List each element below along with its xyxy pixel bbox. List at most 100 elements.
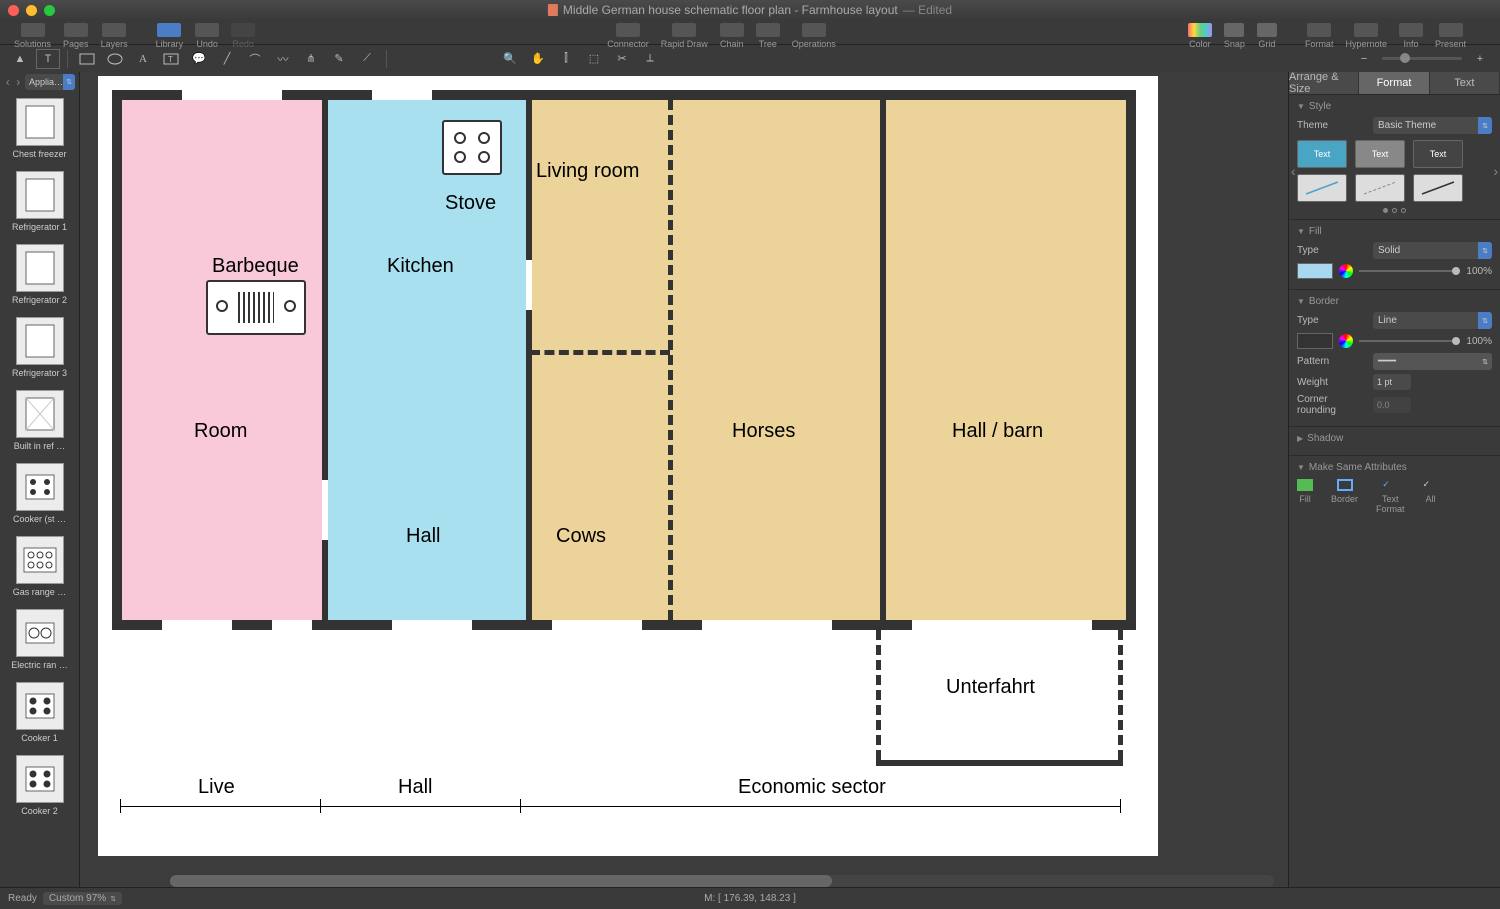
tab-text[interactable]: Text bbox=[1430, 72, 1500, 94]
weight-input[interactable]: 1 pt bbox=[1373, 374, 1411, 390]
tree-button[interactable]: Tree bbox=[752, 23, 784, 49]
library-item[interactable]: Electric ran … bbox=[0, 603, 79, 676]
theme-card-3[interactable]: Text bbox=[1413, 140, 1463, 168]
pan-tool[interactable]: ✋ bbox=[526, 49, 550, 69]
border-color-wheel-icon[interactable] bbox=[1339, 334, 1353, 348]
line-tool[interactable]: ╱ bbox=[215, 49, 239, 69]
library-item[interactable]: Refrigerator 2 bbox=[0, 238, 79, 311]
canvas[interactable]: Barbeque Room Kitchen Stove Hall Living … bbox=[80, 72, 1288, 887]
fill-color-swatch[interactable] bbox=[1297, 263, 1333, 279]
make-same-header: Make Same Attributes bbox=[1309, 462, 1407, 473]
border-opacity-slider[interactable] bbox=[1359, 340, 1460, 342]
zoom-tool[interactable]: 🔍 bbox=[498, 49, 522, 69]
library-item[interactable]: Cooker 1 bbox=[0, 676, 79, 749]
polyline-tool[interactable]: ⋔ bbox=[299, 49, 323, 69]
hallbarn-label: Hall / barn bbox=[952, 420, 1043, 443]
theme-card-2[interactable]: Text bbox=[1355, 140, 1405, 168]
make-same-text[interactable]: ✓Text Format bbox=[1376, 479, 1405, 514]
library-selector[interactable]: Applia…⇅ bbox=[25, 74, 75, 90]
arc-tool[interactable]: ⌒ bbox=[243, 49, 267, 69]
theme-prev-button[interactable]: ‹ bbox=[1291, 163, 1296, 179]
library-button[interactable]: Library bbox=[152, 23, 188, 49]
make-same-all[interactable]: ✓All bbox=[1423, 479, 1439, 514]
fill-type-select[interactable]: Solid⇅ bbox=[1373, 242, 1492, 259]
library-forward-button[interactable]: › bbox=[14, 75, 21, 89]
undo-button[interactable]: Undo bbox=[191, 23, 223, 49]
color-button[interactable]: Color bbox=[1184, 23, 1216, 49]
ellipse-tool[interactable] bbox=[103, 49, 127, 69]
snap-button[interactable]: Snap bbox=[1220, 23, 1249, 49]
library-item[interactable]: Refrigerator 1 bbox=[0, 165, 79, 238]
pages-button[interactable]: Pages bbox=[59, 23, 93, 49]
window-title: Middle German house schematic floor plan… bbox=[548, 3, 952, 17]
main-toolbar: Solutions Pages Layers Library Undo Redo… bbox=[0, 20, 1500, 44]
make-same-border[interactable]: Border bbox=[1331, 479, 1358, 514]
border-type-select[interactable]: Line⇅ bbox=[1373, 312, 1492, 329]
library-item[interactable]: Gas range … bbox=[0, 530, 79, 603]
textbox-tool[interactable]: T bbox=[159, 49, 183, 69]
library-item[interactable]: Refrigerator 3 bbox=[0, 311, 79, 384]
theme-card-6[interactable] bbox=[1413, 174, 1463, 202]
format-button[interactable]: Format bbox=[1301, 23, 1338, 49]
bezier-tool[interactable]: ⟋ bbox=[355, 49, 379, 69]
layers-button[interactable]: Layers bbox=[97, 23, 132, 49]
tab-arrange-size[interactable]: Arrange & Size bbox=[1289, 72, 1359, 94]
hypernote-button[interactable]: Hypernote bbox=[1341, 23, 1391, 49]
color-wheel-icon[interactable] bbox=[1339, 264, 1353, 278]
pattern-select[interactable]: ━━━⇅ bbox=[1373, 353, 1492, 370]
connector-button[interactable]: Connector bbox=[603, 23, 653, 49]
title-text: Middle German house schematic floor plan… bbox=[563, 3, 898, 17]
floorplan[interactable]: Barbeque Room Kitchen Stove Hall Living … bbox=[112, 90, 1136, 630]
measure-tool[interactable]: ✂ bbox=[610, 49, 634, 69]
solutions-button[interactable]: Solutions bbox=[10, 23, 55, 49]
minimize-button[interactable] bbox=[26, 5, 37, 16]
pointer-tool[interactable]: ▲ bbox=[8, 49, 32, 69]
dim-live-label: Live bbox=[198, 776, 235, 799]
rapid-draw-button[interactable]: Rapid Draw bbox=[657, 23, 712, 49]
theme-card-5[interactable] bbox=[1355, 174, 1405, 202]
library-back-button[interactable]: ‹ bbox=[4, 75, 11, 89]
crop-tool[interactable]: ⟂ bbox=[638, 49, 662, 69]
zoom-select[interactable]: Custom 97%⇅ bbox=[43, 892, 122, 905]
library-item[interactable]: Cooker 2 bbox=[0, 749, 79, 822]
pen-tool[interactable]: ✎ bbox=[327, 49, 351, 69]
corner-input[interactable]: 0.0 bbox=[1373, 397, 1411, 413]
stove-shape[interactable] bbox=[442, 120, 502, 175]
operations-button[interactable]: Operations bbox=[788, 23, 840, 49]
theme-card-1[interactable]: Text bbox=[1297, 140, 1347, 168]
text-shape-tool[interactable]: A bbox=[131, 49, 155, 69]
close-button[interactable] bbox=[8, 5, 19, 16]
shadow-header[interactable]: Shadow bbox=[1307, 433, 1343, 444]
rect-tool[interactable] bbox=[75, 49, 99, 69]
eyedropper-tool[interactable]: ⫿ bbox=[554, 49, 578, 69]
theme-card-4[interactable] bbox=[1297, 174, 1347, 202]
library-item[interactable]: Built in ref … bbox=[0, 384, 79, 457]
zoom-slider[interactable] bbox=[1382, 57, 1462, 60]
zoom-in-button[interactable]: + bbox=[1468, 49, 1492, 69]
spline-tool[interactable]: 〰 bbox=[271, 49, 295, 69]
style-header: Style bbox=[1309, 101, 1331, 112]
horizontal-scrollbar[interactable] bbox=[170, 875, 1274, 887]
edit-tool[interactable]: ⬚ bbox=[582, 49, 606, 69]
callout-tool[interactable]: 💬 bbox=[187, 49, 211, 69]
stove-label: Stove bbox=[445, 192, 496, 215]
library-item[interactable]: Cooker (st … bbox=[0, 457, 79, 530]
fill-opacity-slider[interactable] bbox=[1359, 270, 1460, 272]
make-same-fill[interactable]: Fill bbox=[1297, 479, 1313, 514]
redo-button[interactable]: Redo bbox=[227, 23, 259, 49]
library-item[interactable]: Chest freezer bbox=[0, 92, 79, 165]
text-tool[interactable]: T bbox=[36, 49, 60, 69]
border-color-swatch[interactable] bbox=[1297, 333, 1333, 349]
zoom-button[interactable] bbox=[44, 5, 55, 16]
info-button[interactable]: Info bbox=[1395, 23, 1427, 49]
theme-select[interactable]: Basic Theme⇅ bbox=[1373, 117, 1492, 134]
present-button[interactable]: Present bbox=[1431, 23, 1470, 49]
unterfahrt-label: Unterfahrt bbox=[946, 676, 1035, 699]
tab-format[interactable]: Format bbox=[1359, 72, 1429, 94]
grid-button[interactable]: Grid bbox=[1253, 23, 1281, 49]
theme-next-button[interactable]: › bbox=[1493, 163, 1498, 179]
zoom-out-button[interactable]: − bbox=[1352, 49, 1376, 69]
dim-hall-label: Hall bbox=[398, 776, 432, 799]
chain-button[interactable]: Chain bbox=[716, 23, 748, 49]
barbeque-shape[interactable] bbox=[206, 280, 306, 335]
